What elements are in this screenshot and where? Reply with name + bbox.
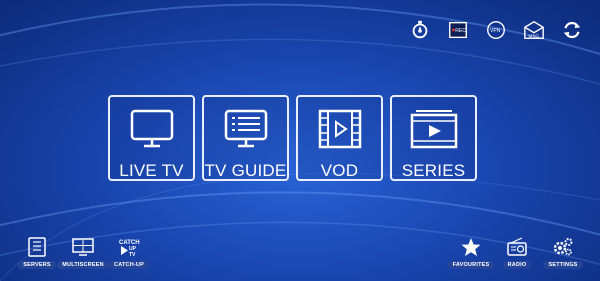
live-tv-tile[interactable]: LIVE TV	[108, 95, 195, 181]
radio-button[interactable]: RADIO	[498, 236, 536, 269]
svg-text:TV: TV	[129, 252, 136, 257]
radio-label: RADIO	[502, 261, 532, 269]
svg-text:REC: REC	[455, 28, 466, 34]
settings-label: SETTINGS	[543, 261, 583, 269]
timer-icon[interactable]	[408, 18, 432, 42]
tv-guide-tile[interactable]: TV GUIDE	[202, 95, 289, 181]
servers-icon	[25, 236, 49, 258]
servers-label: SERVERS	[18, 261, 56, 269]
vpn-icon[interactable]: VPN	[484, 18, 508, 42]
top-toolbar: REC VPN MSG	[408, 18, 584, 42]
tv-guide-label: TV GUIDE	[204, 161, 287, 180]
bottom-left-toolbar: SERVERS MULTISCREEN CATCH UP TV CATCH-UP	[18, 236, 149, 269]
multiscreen-label: MULTISCREEN	[57, 261, 109, 269]
series-icon	[406, 107, 462, 151]
catch-up-icon: CATCH UP TV	[117, 236, 141, 258]
catch-up-button[interactable]: CATCH UP TV CATCH-UP	[109, 236, 149, 269]
main-menu: LIVE TV TV GUIDE VOD SERIES	[108, 95, 477, 181]
catch-up-label: CATCH-UP	[109, 261, 149, 269]
favourites-label: FAVOURITES	[447, 261, 495, 269]
record-icon[interactable]: REC	[446, 18, 470, 42]
favourites-button[interactable]: FAVOURITES	[447, 236, 495, 269]
vod-tile[interactable]: VOD	[296, 95, 383, 181]
gear-icon	[551, 236, 575, 258]
settings-button[interactable]: SETTINGS	[543, 236, 583, 269]
tv-icon	[124, 107, 180, 151]
svg-text:MSG: MSG	[529, 33, 540, 38]
svg-text:VPN: VPN	[490, 28, 501, 34]
messages-icon[interactable]: MSG	[522, 18, 546, 42]
servers-button[interactable]: SERVERS	[18, 236, 56, 269]
radio-icon	[505, 236, 529, 258]
vod-label: VOD	[320, 161, 359, 180]
multiscreen-button[interactable]: MULTISCREEN	[57, 236, 109, 269]
series-tile[interactable]: SERIES	[390, 95, 477, 181]
series-label: SERIES	[401, 161, 466, 180]
bottom-right-toolbar: FAVOURITES RADIO SETTINGS	[447, 236, 583, 269]
star-icon	[459, 236, 483, 258]
refresh-icon[interactable]	[560, 18, 584, 42]
multiscreen-icon	[71, 236, 95, 258]
tv-guide-icon	[218, 107, 274, 151]
live-tv-label: LIVE TV	[119, 161, 184, 180]
film-icon	[312, 107, 368, 151]
